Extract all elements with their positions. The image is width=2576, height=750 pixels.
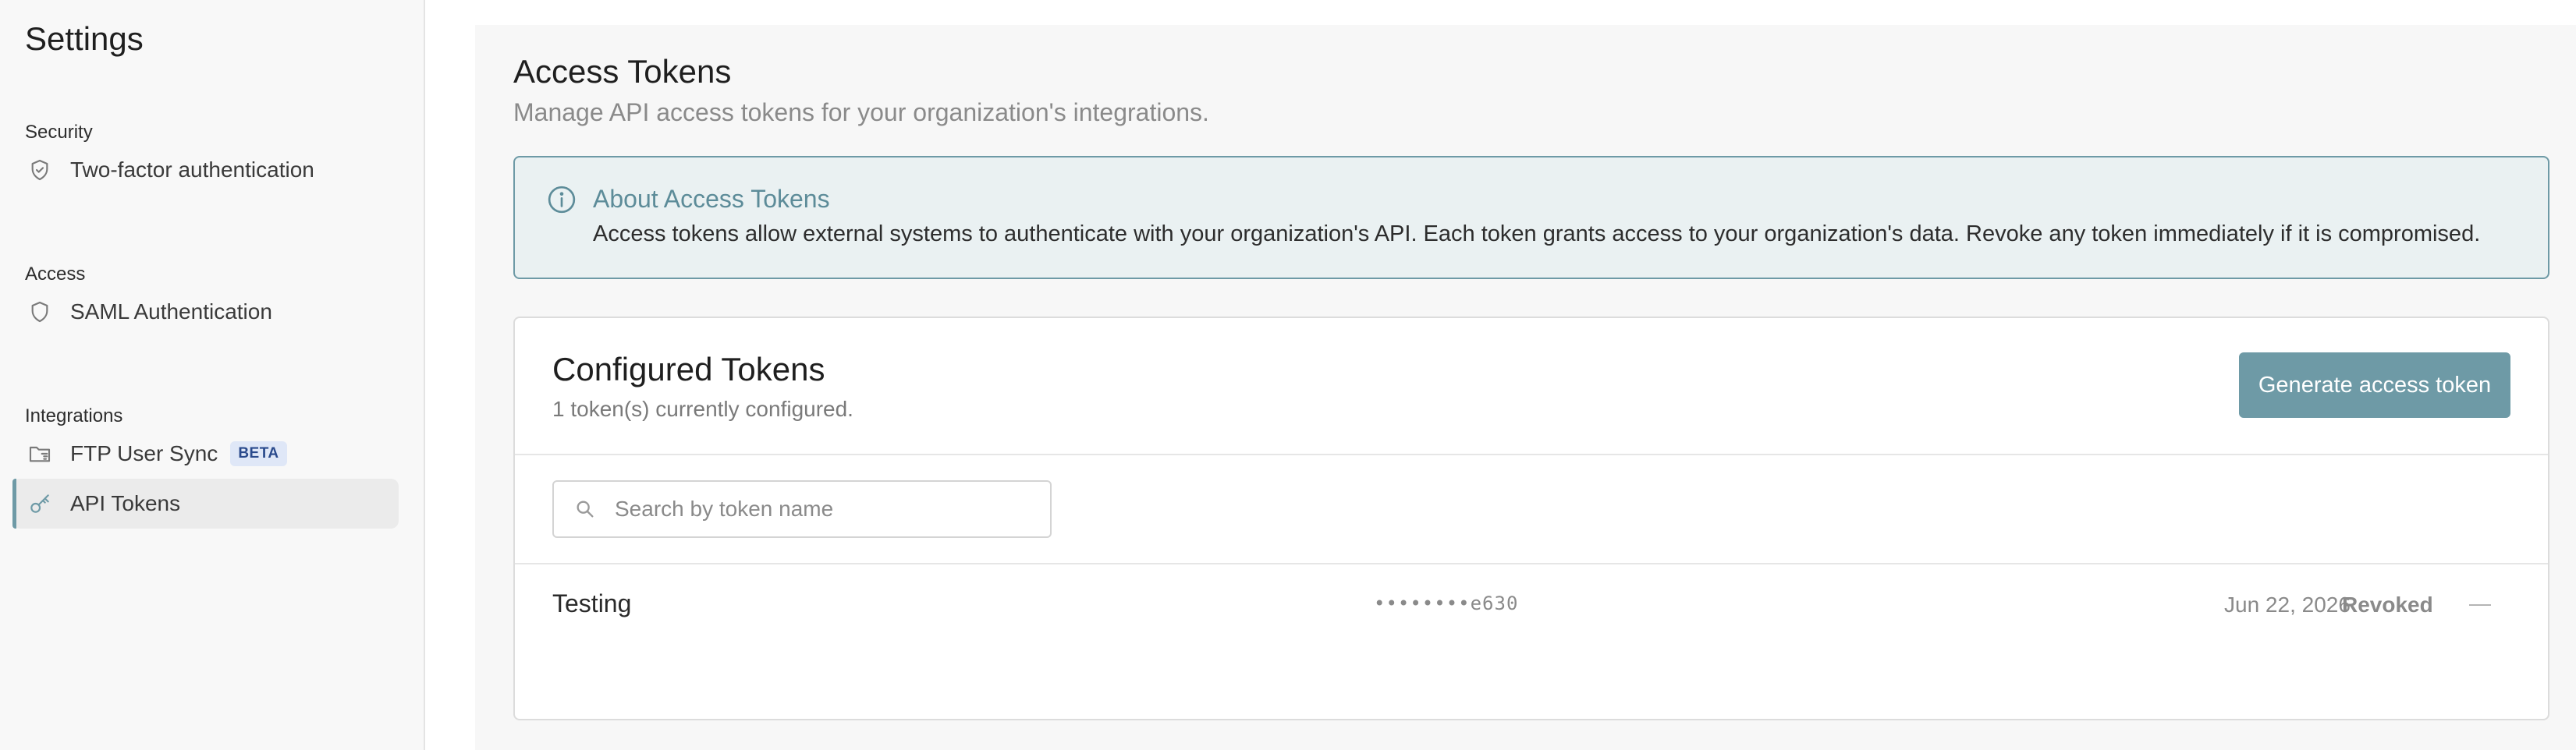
beta-badge: BETA: [230, 441, 287, 466]
token-date: Jun 22, 2026: [2224, 593, 2351, 617]
search-input[interactable]: [615, 497, 1050, 522]
shield-check-icon: [27, 157, 53, 183]
sidebar-item-label: Two-factor authentication: [70, 157, 314, 182]
generate-access-token-button[interactable]: Generate access token: [2239, 352, 2510, 418]
sidebar-item-label: SAML Authentication: [70, 299, 272, 324]
search-box[interactable]: [552, 480, 1052, 538]
page-title: Access Tokens: [513, 53, 732, 90]
info-icon: [546, 184, 577, 215]
sidebar-item-saml[interactable]: SAML Authentication: [12, 287, 399, 337]
sidebar-item-two-factor[interactable]: Two-factor authentication: [12, 145, 399, 195]
status-badge: Revoked: [2342, 593, 2433, 617]
section-label-security: Security: [25, 122, 93, 143]
configured-tokens-card: Configured Tokens 1 token(s) currently c…: [513, 317, 2549, 720]
sidebar-item-label: API Tokens: [70, 491, 181, 515]
table-row[interactable]: Testing ••••••••e630 Jun 22, 2026 Revoke…: [515, 564, 2548, 650]
info-text: Access tokens allow external systems to …: [593, 221, 2481, 246]
folder-sync-icon: [27, 440, 53, 467]
shield-icon: [27, 299, 53, 325]
sidebar-title: Settings: [25, 20, 144, 57]
token-name: Testing: [552, 589, 632, 617]
settings-sidebar: Settings Security Two-factor authenticat…: [0, 0, 425, 750]
sidebar-item-ftp-user-sync[interactable]: FTP User Sync BETA: [12, 429, 399, 479]
info-title: About Access Tokens: [593, 185, 830, 213]
token-masked-value: ••••••••e630: [1374, 593, 1519, 614]
card-header: Configured Tokens 1 token(s) currently c…: [515, 318, 2548, 455]
search-icon: [574, 498, 596, 520]
sidebar-item-api-tokens[interactable]: API Tokens: [12, 479, 399, 529]
content-panel: Access Tokens Manage API access tokens f…: [475, 25, 2576, 750]
token-count: 1 token(s) currently configured.: [552, 397, 853, 421]
info-callout: About Access Tokens Access tokens allow …: [513, 156, 2549, 279]
search-row: [515, 455, 2548, 564]
token-action-placeholder: —: [2469, 591, 2491, 615]
section-label-integrations: Integrations: [25, 405, 123, 426]
app: Settings Security Two-factor authenticat…: [0, 0, 2576, 750]
card-title: Configured Tokens: [552, 351, 825, 387]
main-area: Access Tokens Manage API access tokens f…: [425, 0, 2576, 750]
section-label-access: Access: [25, 264, 86, 285]
key-icon: [27, 490, 53, 517]
info-body: About Access Tokens Access tokens allow …: [593, 182, 2480, 278]
sidebar-item-label: FTP User Sync: [70, 441, 218, 465]
page-subtitle: Manage API access tokens for your organi…: [513, 98, 1209, 126]
